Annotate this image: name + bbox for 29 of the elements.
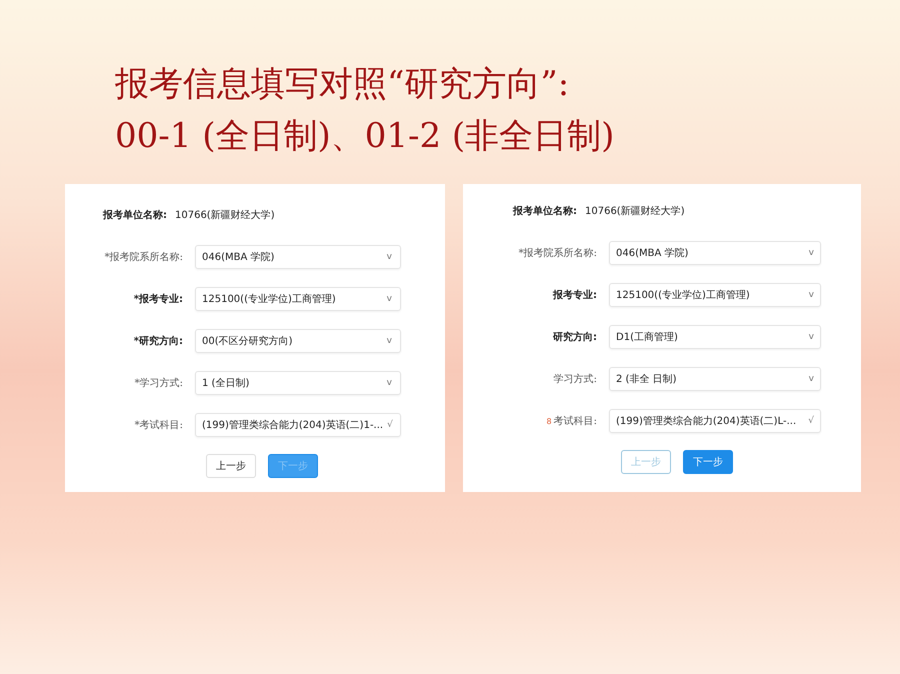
field-label: *报考院系所名称: <box>518 246 597 260</box>
dropdown-field[interactable]: 00(不区分研究方向) v <box>195 329 401 353</box>
dropdown-field[interactable]: D1(工商管理) v <box>609 325 821 349</box>
field-label: 报考单位名称: <box>103 208 167 222</box>
next-button[interactable]: 下一步 <box>683 450 733 474</box>
previous-button[interactable]: 上一步 <box>206 454 256 478</box>
field-label: *报考专业: <box>134 292 183 306</box>
dropdown-field[interactable]: 2 (非全 日制) v <box>609 367 821 391</box>
field-label: 考试科目: <box>554 414 597 428</box>
field-label: *考试科目: <box>134 418 183 432</box>
dropdown-field[interactable]: (199)管理类综合能力(204)英语(二)1-... √ <box>195 413 401 437</box>
field-label: 研究方向: <box>553 330 597 344</box>
slide-title: 报考信息填写对照“研究方向”: <box>115 63 570 106</box>
field-value: 10766(新疆财经大学) <box>175 208 275 222</box>
dropdown-field[interactable]: 125100((专业学位)工商管理) v <box>195 287 401 311</box>
field-label: *报考院系所名称: <box>104 250 183 264</box>
dropdown-field[interactable]: 046(MBA 学院) v <box>609 241 821 265</box>
field-label: *研究方向: <box>134 334 183 348</box>
dropdown-field[interactable]: 1 (全日制) v <box>195 371 401 395</box>
field-value: 10766(新疆财经大学) <box>585 204 685 218</box>
field-label: 报考专业: <box>553 288 597 302</box>
field-label: *学习方式: <box>134 376 183 390</box>
required-mark: 8 <box>546 417 552 426</box>
field-label: 学习方式: <box>554 372 597 386</box>
slide-title: 00-1 (全日制)、01-2 (非全日制) <box>115 115 616 158</box>
dropdown-field[interactable]: (199)管理类综合能力(204)英语(二)L-... √ <box>609 409 821 433</box>
field-label: 报考单位名称: <box>513 204 577 218</box>
dropdown-field[interactable]: 125100((专业学位)工商管理) v <box>609 283 821 307</box>
dropdown-field[interactable]: 046(MBA 学院) v <box>195 245 401 269</box>
